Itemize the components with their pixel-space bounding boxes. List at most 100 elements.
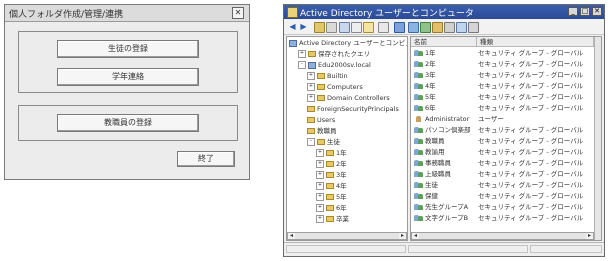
- expand-icon[interactable]: +: [316, 182, 324, 190]
- tree-item[interactable]: +3年: [316, 171, 347, 180]
- list-item-name: 4年: [425, 82, 436, 90]
- list-horizontal-scrollbar[interactable]: ◂ ▸: [411, 232, 594, 240]
- group-icon: [414, 204, 423, 210]
- expand-icon[interactable]: +: [316, 171, 324, 179]
- tree-item[interactable]: +4年: [316, 182, 347, 191]
- find-icon[interactable]: [456, 22, 467, 33]
- group-icon: [414, 83, 423, 89]
- list-item[interactable]: 上級職員 セキュリティ グループ - グローバル: [411, 170, 601, 179]
- scroll-left-arrow-icon[interactable]: ◂: [288, 233, 295, 239]
- list-item[interactable]: 先生グループA セキュリティ グループ - グローバル: [411, 203, 601, 212]
- expand-icon[interactable]: +: [307, 83, 315, 91]
- tree-item[interactable]: - 生徒: [307, 138, 340, 147]
- forward-arrow-icon[interactable]: ▶: [299, 22, 308, 31]
- up-folder-icon[interactable]: [314, 22, 325, 33]
- tree-item[interactable]: ForeignSecurityPrincipals: [307, 105, 399, 114]
- collapse-icon[interactable]: -: [298, 61, 306, 69]
- list-item[interactable]: 事務職員 セキュリティ グループ - グローバル: [411, 159, 601, 168]
- collapse-icon[interactable]: -: [307, 138, 315, 146]
- tree-item[interactable]: + 保存されたクエリ: [298, 50, 370, 59]
- list-item-name: 1年: [425, 49, 436, 57]
- tree-horizontal-scrollbar[interactable]: ◂ ▸: [287, 232, 407, 240]
- new-ou-icon[interactable]: [432, 22, 443, 33]
- exit-button[interactable]: 終了: [177, 151, 235, 167]
- show-tree-icon[interactable]: [326, 22, 337, 33]
- expand-icon[interactable]: +: [307, 72, 315, 80]
- list-item[interactable]: 4年 セキュリティ グループ - グローバル: [411, 82, 601, 91]
- tree-item[interactable]: Active Directory ユーザーとコンピュー: [289, 39, 407, 48]
- list-item[interactable]: 教諭用 セキュリティ グループ - グローバル: [411, 148, 601, 157]
- add-to-group-icon[interactable]: [468, 22, 479, 33]
- tree-item[interactable]: - Edu2000sv.local: [298, 61, 371, 70]
- scroll-right-arrow-icon[interactable]: ▸: [586, 233, 593, 239]
- expand-icon[interactable]: +: [307, 94, 315, 102]
- tree-item[interactable]: +1年: [316, 149, 347, 158]
- list-item-name: Administrator: [425, 115, 470, 123]
- close-button[interactable]: ✕: [592, 7, 602, 16]
- new-group-icon[interactable]: [420, 22, 431, 33]
- tree-item[interactable]: +2年: [316, 160, 347, 169]
- help-icon[interactable]: [394, 22, 405, 33]
- expand-icon[interactable]: +: [316, 160, 324, 168]
- list-item[interactable]: Administrator ユーザー: [411, 115, 601, 124]
- tree-item[interactable]: 教職員: [307, 127, 337, 136]
- column-header-type[interactable]: 種類: [477, 37, 594, 47]
- filter-icon[interactable]: [444, 22, 455, 33]
- list-item[interactable]: 1年 セキュリティ グループ - グローバル: [411, 49, 601, 58]
- back-arrow-icon[interactable]: ◀: [288, 22, 297, 31]
- list-item[interactable]: 6年 セキュリティ グループ - グローバル: [411, 104, 601, 113]
- tree-item[interactable]: + Builtin: [307, 72, 348, 81]
- group-icon: [414, 215, 423, 221]
- export-icon[interactable]: [363, 22, 374, 33]
- folder-icon: [326, 194, 334, 200]
- list-item-name: 事務職員: [425, 159, 451, 167]
- properties-icon[interactable]: [351, 22, 362, 33]
- scroll-left-arrow-icon[interactable]: ◂: [412, 233, 419, 239]
- list-item[interactable]: 2年 セキュリティ グループ - グローバル: [411, 60, 601, 69]
- tree-item[interactable]: +6年: [316, 204, 347, 213]
- tree-item[interactable]: Users: [307, 116, 335, 125]
- tree-item-label: 4年: [336, 182, 347, 190]
- folder-icon: [326, 183, 334, 189]
- list-item[interactable]: 生徒 セキュリティ グループ - グローバル: [411, 181, 601, 190]
- folder-icon: [317, 95, 325, 101]
- new-user-icon[interactable]: [408, 22, 419, 33]
- tree-item[interactable]: + Domain Controllers: [307, 94, 390, 103]
- list-item-type: セキュリティ グループ - グローバル: [478, 148, 584, 156]
- folder-icon: [307, 106, 315, 112]
- window-title: Active Directory ユーザーとコンピュータ: [300, 9, 474, 19]
- refresh-icon[interactable]: [378, 22, 389, 33]
- list-item-type: セキュリティ グループ - グローバル: [478, 137, 584, 145]
- grade-contact-button[interactable]: 学年連絡: [57, 68, 199, 86]
- register-students-button[interactable]: 生徒の登録: [57, 40, 199, 58]
- list-item[interactable]: 5年 セキュリティ グループ - グローバル: [411, 93, 601, 102]
- register-staff-button[interactable]: 教職員の登録: [57, 114, 199, 132]
- list-item[interactable]: 3年 セキュリティ グループ - グローバル: [411, 71, 601, 80]
- list-item[interactable]: 文字グループB セキュリティ グループ - グローバル: [411, 214, 601, 223]
- folder-icon: [326, 216, 334, 222]
- list-vertical-scrollbar[interactable]: [594, 37, 601, 240]
- scroll-right-arrow-icon[interactable]: ▸: [399, 233, 406, 239]
- dialog-close-button[interactable]: ✕: [232, 7, 244, 19]
- list-item[interactable]: パソコン倶楽部 セキュリティ グループ - グローバル: [411, 126, 601, 135]
- expand-icon[interactable]: +: [316, 149, 324, 157]
- staff-group: 教職員の登録: [18, 105, 238, 141]
- copy-icon[interactable]: [339, 22, 350, 33]
- expand-icon[interactable]: +: [316, 215, 324, 223]
- tree-item[interactable]: + Computers: [307, 83, 363, 92]
- list-item[interactable]: 教職員 セキュリティ グループ - グローバル: [411, 137, 601, 146]
- maximize-button[interactable]: □: [580, 7, 590, 16]
- expand-icon[interactable]: +: [316, 193, 324, 201]
- list-item[interactable]: 保健 セキュリティ グループ - グローバル: [411, 192, 601, 201]
- group-icon: [414, 182, 423, 188]
- tree-item[interactable]: +5年: [316, 193, 347, 202]
- expand-icon[interactable]: +: [316, 204, 324, 212]
- list-item-type: セキュリティ グループ - グローバル: [478, 203, 584, 211]
- column-header-name[interactable]: 名前: [411, 37, 477, 47]
- tree-item[interactable]: + 卒業: [316, 215, 349, 224]
- folder-management-dialog: 個人フォルダ作成/管理/連携 ✕ 生徒の登録 学年連絡 教職員の登録 終了: [4, 4, 250, 180]
- ad-root-icon: [289, 39, 297, 47]
- expand-icon[interactable]: +: [298, 50, 306, 58]
- list-item-name: 教諭用: [425, 148, 445, 156]
- minimize-button[interactable]: _: [568, 7, 578, 16]
